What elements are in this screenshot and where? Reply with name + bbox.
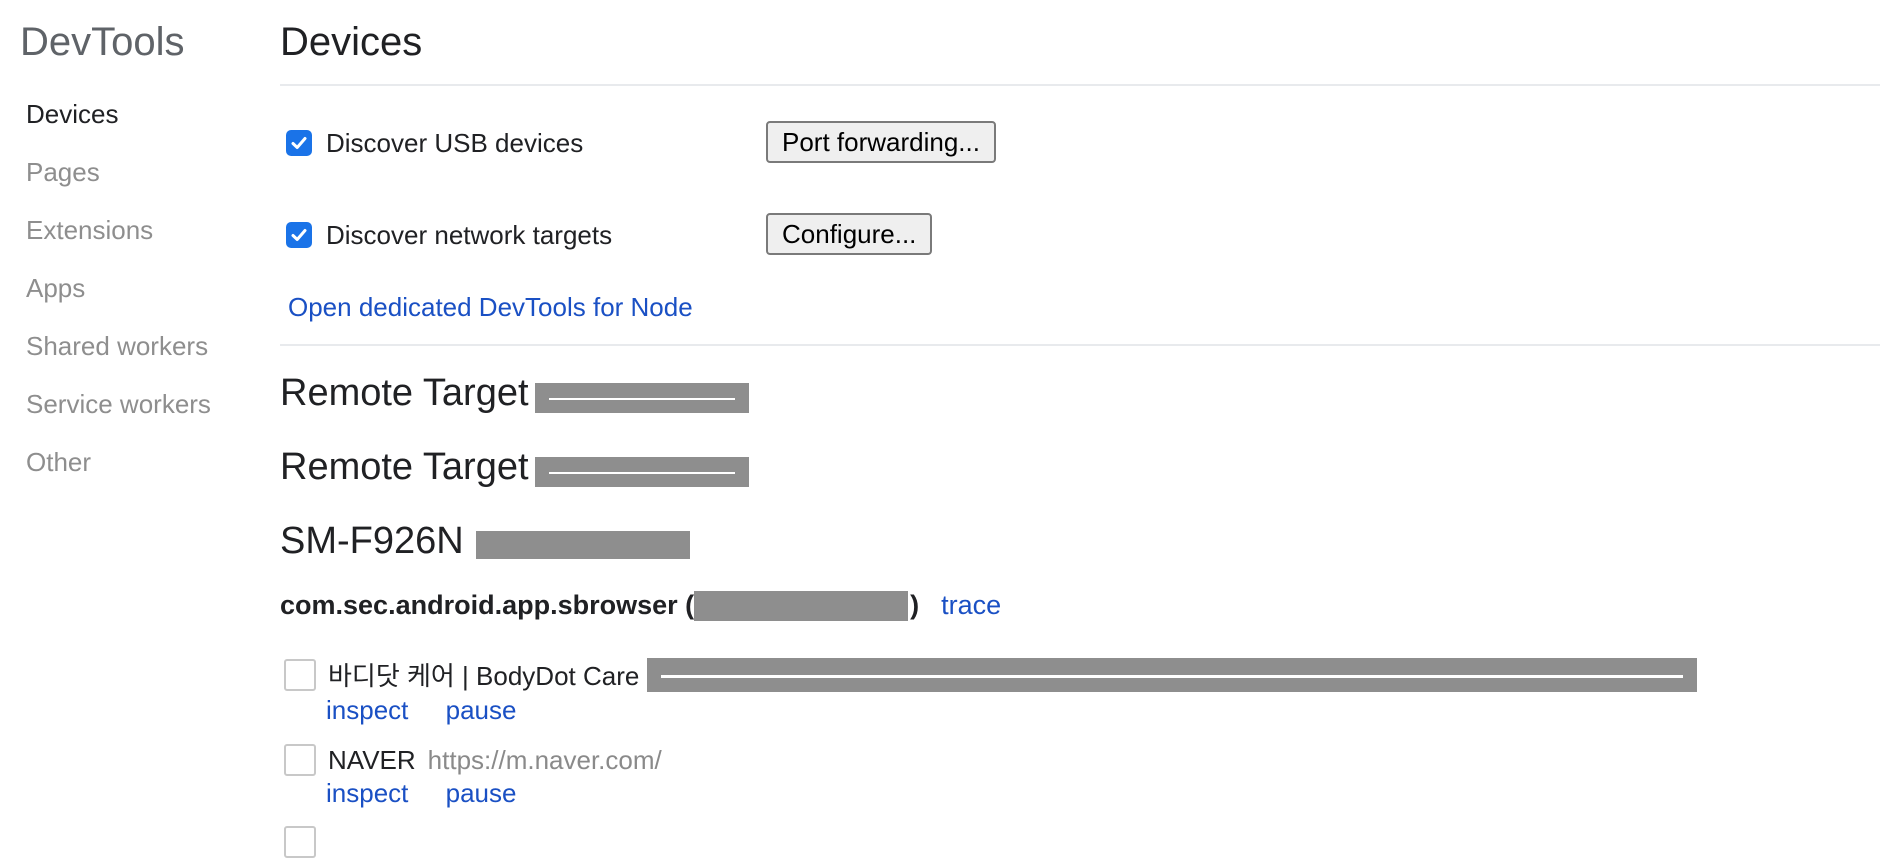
redacted-version bbox=[694, 590, 909, 621]
remote-target-label: Remote Target bbox=[280, 372, 529, 414]
remote-target-heading: Remote Target bbox=[280, 446, 749, 489]
configure-button[interactable]: Configure... bbox=[766, 213, 933, 255]
page-title: Devices bbox=[280, 20, 423, 64]
target-item: NAVER https://m.naver.com/ inspect pause bbox=[284, 744, 662, 809]
discover-usb-row: Discover USB devices bbox=[286, 120, 583, 166]
discover-usb-checkbox[interactable] bbox=[286, 130, 312, 156]
sidebar-item-extensions[interactable]: Extensions bbox=[26, 208, 211, 266]
sidebar: Devices Pages Extensions Apps Shared wor… bbox=[26, 92, 211, 498]
redacted-block bbox=[534, 456, 749, 487]
target-select-checkbox[interactable] bbox=[284, 658, 316, 691]
device-heading: SM-F926N bbox=[280, 520, 690, 563]
redacted-block bbox=[534, 382, 749, 413]
sidebar-item-service-workers[interactable]: Service workers bbox=[26, 382, 211, 440]
discover-network-checkbox[interactable] bbox=[286, 222, 312, 248]
remote-target-label: Remote Target bbox=[280, 446, 529, 488]
target-title: 바디닷 케어 | BodyDot Care bbox=[328, 661, 640, 691]
sidebar-item-shared-workers[interactable]: Shared workers bbox=[26, 324, 211, 382]
target-title: NAVER bbox=[328, 744, 416, 775]
package-close-paren: ) bbox=[910, 590, 920, 620]
sidebar-item-pages[interactable]: Pages bbox=[26, 150, 211, 208]
discover-usb-label: Discover USB devices bbox=[326, 127, 584, 158]
discover-network-row: Discover network targets bbox=[286, 212, 612, 258]
app-title: DevTools bbox=[20, 20, 185, 64]
discover-network-label: Discover network targets bbox=[326, 219, 613, 250]
target-item: 바디닷 케어 | BodyDot Care inspect pause bbox=[284, 656, 1698, 726]
sidebar-item-other[interactable]: Other bbox=[26, 440, 211, 498]
divider bbox=[280, 84, 1880, 86]
target-select-checkbox[interactable] bbox=[284, 744, 316, 776]
device-model: SM-F926N bbox=[280, 520, 464, 562]
remote-target-heading: Remote Target bbox=[280, 372, 749, 415]
redacted-url bbox=[647, 657, 1698, 692]
inspect-link[interactable]: inspect bbox=[326, 695, 408, 725]
redacted-serial bbox=[475, 530, 690, 559]
pause-link[interactable]: pause bbox=[446, 778, 517, 808]
open-node-devtools-link[interactable]: Open dedicated DevTools for Node bbox=[288, 292, 693, 323]
checkmark-icon bbox=[291, 137, 307, 149]
target-select-checkbox[interactable] bbox=[284, 826, 316, 858]
divider bbox=[280, 344, 1880, 346]
browser-package-row: com.sec.android.app.sbrowser ( ) trace bbox=[280, 590, 1001, 621]
trace-link[interactable]: trace bbox=[941, 590, 1001, 621]
target-url: https://m.naver.com/ bbox=[427, 744, 662, 775]
pause-link[interactable]: pause bbox=[446, 695, 517, 725]
port-forwarding-button[interactable]: Port forwarding... bbox=[766, 121, 996, 163]
package-name: com.sec.android.app.sbrowser ( bbox=[280, 590, 695, 620]
sidebar-item-apps[interactable]: Apps bbox=[26, 266, 211, 324]
checkmark-icon bbox=[291, 229, 307, 241]
inspect-link[interactable]: inspect bbox=[326, 778, 408, 808]
sidebar-item-devices[interactable]: Devices bbox=[26, 92, 211, 150]
